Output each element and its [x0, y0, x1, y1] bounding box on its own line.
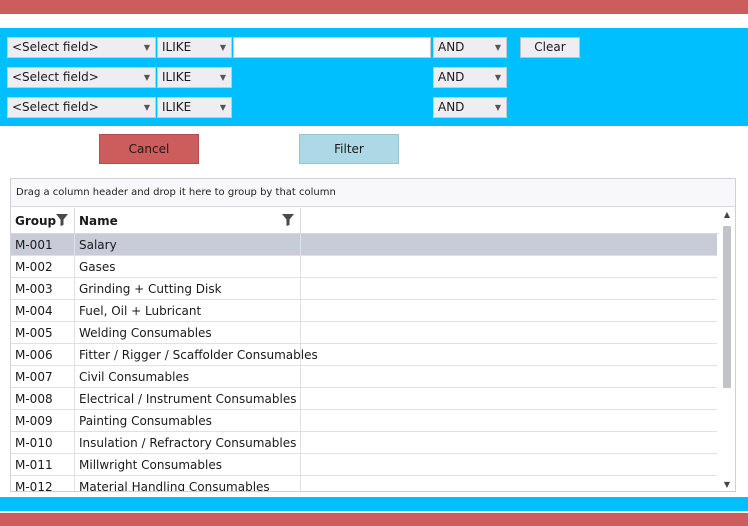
cell-group: M-012: [11, 476, 75, 491]
chevron-down-icon: ▼: [494, 43, 501, 52]
cell-name: Gases: [75, 256, 301, 278]
cell-group: M-011: [11, 454, 75, 476]
cell-name: Grinding + Cutting Disk: [75, 278, 301, 300]
table-row[interactable]: M-004 Fuel, Oil + Lubricant: [11, 300, 717, 322]
scroll-down-icon[interactable]: ▼: [719, 478, 735, 491]
field-select-2[interactable]: <Select field> ▼: [7, 67, 156, 88]
chevron-down-icon: ▼: [494, 73, 501, 82]
operator-select-1[interactable]: ILIKE ▼: [157, 37, 232, 58]
top-accent-bar: [0, 0, 748, 14]
chevron-down-icon: ▼: [143, 73, 150, 82]
scroll-thumb[interactable]: [723, 226, 731, 388]
filter-panel: <Select field> ▼ ILIKE ▼ AND ▼ Clear <Se…: [0, 28, 748, 126]
table-row[interactable]: M-006 Fitter / Rigger / Scaffolder Consu…: [11, 344, 717, 366]
cell-name: Fitter / Rigger / Scaffolder Consumables: [75, 344, 318, 366]
cell-group: M-004: [11, 300, 75, 322]
cell-group: M-003: [11, 278, 75, 300]
table-row[interactable]: M-005 Welding Consumables: [11, 322, 717, 344]
chevron-down-icon: ▼: [219, 43, 226, 52]
cell-name: Painting Consumables: [75, 410, 301, 432]
field-select-1-value: <Select field>: [12, 40, 99, 54]
cell-name: Fuel, Oil + Lubricant: [75, 300, 301, 322]
column-header-group-label: Group: [15, 214, 57, 228]
cell-group: M-010: [11, 432, 75, 454]
field-select-3[interactable]: <Select field> ▼: [7, 97, 156, 118]
cell-name: Electrical / Instrument Consumables: [75, 388, 301, 410]
chevron-down-icon: ▼: [143, 103, 150, 112]
field-select-2-value: <Select field>: [12, 70, 99, 84]
cell-group: M-002: [11, 256, 75, 278]
chevron-down-icon: ▼: [219, 73, 226, 82]
column-header-name-label: Name: [79, 214, 118, 228]
bottom-accent-bar: [0, 513, 748, 526]
logic-select-3-value: AND: [438, 100, 465, 114]
logic-select-1-value: AND: [438, 40, 465, 54]
field-select-3-value: <Select field>: [12, 100, 99, 114]
cell-name: Salary: [75, 234, 301, 256]
cell-group: M-008: [11, 388, 75, 410]
cell-group: M-005: [11, 322, 75, 344]
logic-select-3[interactable]: AND ▼: [433, 97, 507, 118]
operator-select-3-value: ILIKE: [162, 100, 192, 114]
chevron-down-icon: ▼: [494, 103, 501, 112]
filter-icon[interactable]: [282, 214, 294, 226]
cell-name: Civil Consumables: [75, 366, 301, 388]
logic-select-1[interactable]: AND ▼: [433, 37, 507, 58]
grid-rows: M-001 Salary M-002 Gases M-003 Grinding …: [11, 234, 717, 491]
cell-name: Welding Consumables: [75, 322, 301, 344]
table-row[interactable]: M-012 Material Handling Consumables: [11, 476, 717, 491]
chevron-down-icon: ▼: [219, 103, 226, 112]
column-header-filler: [301, 208, 719, 234]
cell-name: Material Handling Consumables: [75, 476, 301, 491]
table-row[interactable]: M-009 Painting Consumables: [11, 410, 717, 432]
cell-name: Insulation / Refractory Consumables: [75, 432, 301, 454]
data-grid: Drag a column header and drop it here to…: [10, 178, 736, 492]
filter-icon[interactable]: [56, 214, 68, 226]
operator-select-2-value: ILIKE: [162, 70, 192, 84]
logic-select-2[interactable]: AND ▼: [433, 67, 507, 88]
table-row[interactable]: M-003 Grinding + Cutting Disk: [11, 278, 717, 300]
operator-select-2[interactable]: ILIKE ▼: [157, 67, 232, 88]
table-row[interactable]: M-008 Electrical / Instrument Consumable…: [11, 388, 717, 410]
table-row[interactable]: M-001 Salary: [11, 234, 717, 256]
vertical-scrollbar[interactable]: ▲ ▼: [719, 208, 735, 491]
scroll-up-icon[interactable]: ▲: [719, 208, 735, 222]
field-select-1[interactable]: <Select field> ▼: [7, 37, 156, 58]
table-row[interactable]: M-002 Gases: [11, 256, 717, 278]
logic-select-2-value: AND: [438, 70, 465, 84]
operator-select-3[interactable]: ILIKE ▼: [157, 97, 232, 118]
cell-group: M-009: [11, 410, 75, 432]
table-row[interactable]: M-011 Millwright Consumables: [11, 454, 717, 476]
cell-group: M-001: [11, 234, 75, 256]
value-input-1[interactable]: [233, 37, 431, 58]
clear-button[interactable]: Clear: [520, 37, 580, 58]
chevron-down-icon: ▼: [143, 43, 150, 52]
group-panel[interactable]: Drag a column header and drop it here to…: [11, 179, 735, 207]
operator-select-1-value: ILIKE: [162, 40, 192, 54]
filter-button[interactable]: Filter: [299, 134, 399, 164]
cell-group: M-006: [11, 344, 75, 366]
column-header-group[interactable]: Group: [11, 208, 75, 234]
table-row[interactable]: M-007 Civil Consumables: [11, 366, 717, 388]
column-header-name[interactable]: Name: [75, 208, 301, 234]
cell-name: Millwright Consumables: [75, 454, 301, 476]
cell-group: M-007: [11, 366, 75, 388]
cancel-button[interactable]: Cancel: [99, 134, 199, 164]
table-row[interactable]: M-010 Insulation / Refractory Consumable…: [11, 432, 717, 454]
bottom-cyan-bar: [0, 497, 748, 511]
